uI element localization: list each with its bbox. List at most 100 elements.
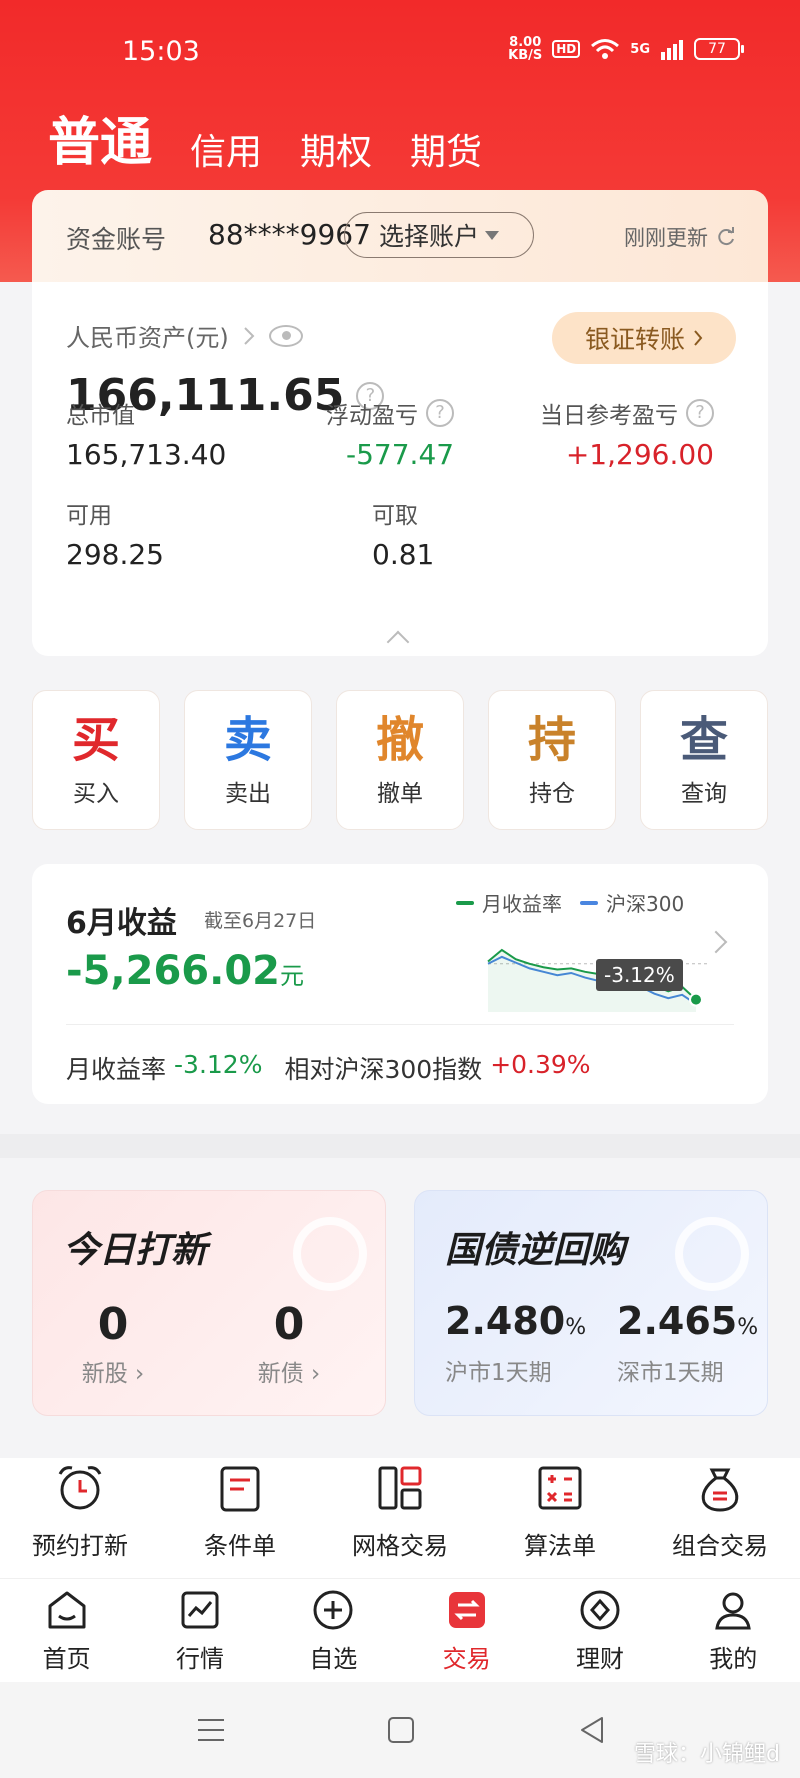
watermark: 雪球：小锦鲤d	[634, 1742, 780, 1767]
chevron-right-icon	[694, 330, 703, 346]
nav-watchlist[interactable]: 自选	[273, 1579, 393, 1682]
help-icon[interactable]: ?	[686, 399, 714, 427]
nav-trade[interactable]: 交易	[407, 1579, 527, 1682]
help-icon[interactable]: ?	[426, 399, 454, 427]
withdrawable-funds: 可取 0.81	[372, 496, 434, 571]
positions-button[interactable]: 持 持仓	[488, 690, 616, 830]
available-value: 298.25	[66, 538, 164, 571]
network-speed: 8.00 KB/S	[508, 35, 543, 63]
sh-repo[interactable]: 2.480% 沪市1天期	[445, 1299, 586, 1387]
status-time: 15:03	[122, 36, 200, 67]
tab-options[interactable]: 期权	[300, 123, 372, 175]
ipo-title: 今日打新	[63, 1230, 208, 1271]
legend-index: 沪深300	[580, 888, 684, 917]
nav-home[interactable]: 首页	[7, 1579, 127, 1682]
sh-rate: 2.480	[445, 1299, 566, 1343]
series-end-point	[689, 992, 703, 1007]
sell-button[interactable]: 卖 卖出	[184, 690, 312, 830]
new-bonds[interactable]: 0 新债 ›	[229, 1299, 349, 1388]
shortcut-algo-order[interactable]: 算法单	[490, 1458, 630, 1578]
asset-title-row[interactable]: 人民币资产(元)	[66, 318, 303, 353]
monthly-profit-value: -5,266.02元	[66, 948, 304, 994]
cancel-label: 撤单	[377, 781, 423, 807]
buy-button[interactable]: 买 买入	[32, 690, 160, 830]
select-account-label: 选择账户	[378, 222, 479, 251]
refresh-button[interactable]: 刚刚更新	[624, 222, 736, 252]
monthly-footer: 月收益率 -3.12% 相对沪深300指数 +0.39%	[66, 1050, 591, 1086]
buy-label: 买入	[73, 781, 119, 807]
sell-label: 卖出	[225, 781, 271, 807]
account-header: 资金账号 88****9967 选择账户 刚刚更新	[32, 190, 768, 282]
rate-label: 月收益率	[66, 1055, 167, 1084]
market-value: 总市值 165,713.40	[66, 396, 226, 471]
hd-icon: HD	[552, 40, 581, 58]
query-button[interactable]: 查 查询	[640, 690, 768, 830]
trade-icon	[444, 1587, 490, 1633]
target-decoration-icon	[293, 1217, 367, 1291]
signal-icon	[661, 40, 683, 60]
withdrawable-value: 0.81	[372, 538, 435, 571]
treasury-repo-card[interactable]: 国债逆回购 2.480% 沪市1天期 2.465% 深市1天期	[414, 1190, 768, 1416]
eye-icon[interactable]	[268, 324, 303, 347]
tab-credit[interactable]: 信用	[190, 123, 262, 175]
new-stocks-label: 新股	[81, 1361, 128, 1387]
shortcut-conditional-order[interactable]: 条件单	[170, 1458, 310, 1578]
nav-me[interactable]: 我的	[673, 1579, 793, 1682]
monthly-profit-card[interactable]: 6月收益 截至6月27日 -5,266.02元 月收益率 沪深300 -3.12…	[32, 864, 768, 1104]
new-bonds-label: 新债	[257, 1361, 304, 1387]
shortcut-portfolio-trading[interactable]: 组合交易	[650, 1458, 790, 1578]
market-value-label: 总市值	[66, 403, 135, 429]
tab-normal[interactable]: 普通	[48, 100, 152, 175]
repo-title: 国债逆回购	[445, 1230, 626, 1271]
bank-transfer-button[interactable]: 银证转账	[552, 312, 736, 364]
network-type: 5G	[630, 41, 650, 57]
new-stocks[interactable]: 0 新股 ›	[53, 1299, 173, 1388]
monthly-profit-title: 6月收益	[66, 906, 177, 941]
shortcut-ipo-reservation[interactable]: 预约打新	[10, 1458, 150, 1578]
cancel-order-button[interactable]: 撤 撤单	[336, 690, 464, 830]
sz-repo[interactable]: 2.465% 深市1天期	[617, 1299, 758, 1387]
ipo-card[interactable]: 今日打新 0 新股 › 0 新债 ›	[32, 1190, 386, 1416]
legend-swatch	[456, 900, 474, 905]
divider	[66, 1024, 734, 1025]
monthly-profit-date: 截至6月27日	[204, 910, 317, 932]
floating-pl: 浮动盈亏 ? -577.47	[326, 396, 454, 471]
daily-pl-value: +1,296.00	[565, 438, 714, 471]
tab-futures[interactable]: 期货	[410, 123, 482, 175]
query-glyph: 查	[679, 712, 728, 768]
menu-icon[interactable]	[196, 1716, 226, 1744]
diamond-icon	[577, 1587, 623, 1633]
refresh-label: 刚刚更新	[624, 226, 708, 250]
chart-legend: 月收益率 沪深300	[456, 888, 684, 917]
select-account-button[interactable]: 选择账户	[344, 212, 534, 258]
return-badge: -3.12%	[596, 959, 683, 991]
alarm-clock-icon	[54, 1462, 106, 1514]
document-icon	[214, 1462, 266, 1514]
cancel-glyph: 撤	[375, 712, 424, 768]
legend-monthly: 月收益率	[456, 888, 562, 917]
account-label: 资金账号	[66, 225, 167, 254]
new-bonds-count: 0	[273, 1299, 305, 1350]
bank-transfer-label: 银证转账	[584, 325, 685, 354]
shortcut-grid-trading[interactable]: 网格交易	[330, 1458, 470, 1578]
back-icon[interactable]	[578, 1716, 606, 1744]
chart-icon	[177, 1587, 223, 1633]
nav-market[interactable]: 行情	[140, 1579, 260, 1682]
legend-swatch	[580, 900, 598, 905]
sz-rate: 2.465	[617, 1299, 738, 1343]
nav-wealth[interactable]: 理财	[540, 1579, 660, 1682]
sh-label: 沪市1天期	[445, 1360, 552, 1386]
chevron-up-icon[interactable]	[386, 630, 410, 654]
sz-label: 深市1天期	[617, 1360, 724, 1386]
account-type-tabs: 普通 信用 期权 期货	[48, 100, 482, 175]
buy-glyph: 买	[71, 712, 120, 768]
money-bag-icon	[694, 1462, 746, 1514]
shortcut-row: 预约打新 条件单 网格交易 算法单 组合交易	[0, 1458, 800, 1578]
trade-action-row: 买 买入 卖 卖出 撤 撤单 持 持仓 查 查询	[32, 690, 768, 830]
daily-pl-label: 当日参考盈亏	[540, 403, 678, 429]
system-navigation-bar: 雪球：小锦鲤d	[0, 1682, 800, 1778]
positions-label: 持仓	[529, 781, 575, 807]
home-square-icon[interactable]	[387, 1716, 415, 1744]
battery-icon: 77	[694, 38, 744, 60]
coin-decoration-icon	[675, 1217, 749, 1291]
